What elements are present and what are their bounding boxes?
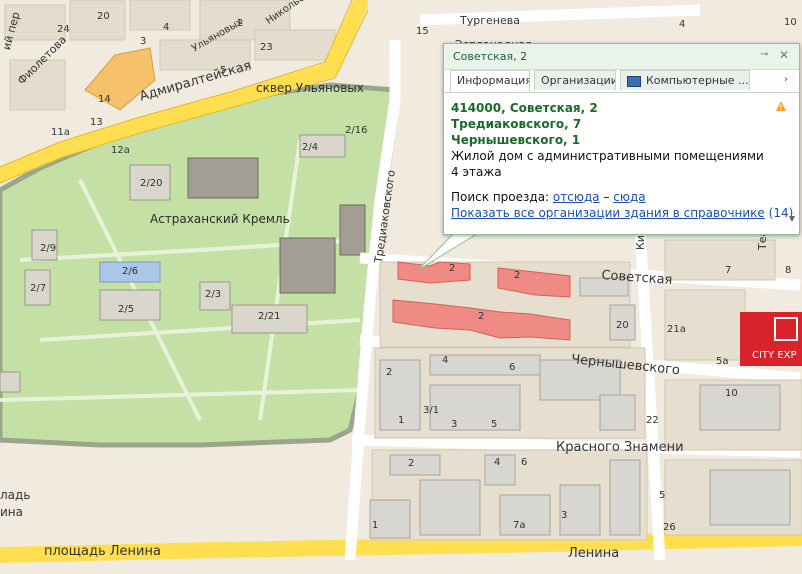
route-dash: – [603, 190, 610, 204]
tab-organizations-label: Организации [541, 74, 616, 87]
house-number: 3 [451, 419, 458, 430]
business-sign-label[interactable]: CITY EXP [752, 350, 797, 361]
house-number: 20 [97, 11, 110, 22]
popup-tabs: Информация Организации Компьютерные ... [450, 70, 795, 92]
house-number: 2/20 [140, 178, 163, 189]
popup-titlebar: Советская, 2 ⊸ ✕ [444, 44, 799, 70]
house-number: 3 [561, 510, 568, 521]
show-all-organizations-link[interactable]: Показать все организации здания в справо… [451, 206, 765, 220]
building-floors: 4 этажа [451, 165, 502, 179]
route-search-label: Поиск проезда: [451, 190, 550, 204]
route-from-link[interactable]: отсюда [553, 190, 600, 204]
warning-icon[interactable] [775, 100, 787, 112]
house-number: 26 [663, 522, 676, 533]
house-number: 8 [785, 265, 792, 276]
house-number: 2 [237, 18, 244, 29]
house-number: 4 [679, 19, 686, 30]
house-number: 4 [494, 457, 501, 468]
house-number: 6 [509, 362, 516, 373]
tab-computer-label: Компьютерные ... [646, 74, 749, 87]
street-label-ploshchad-lenina: площадь Ленина [44, 544, 161, 559]
house-number: 2 [514, 270, 521, 281]
area-label-kremlin: Астраханский Кремль [150, 212, 290, 226]
house-number: 2/21 [258, 311, 281, 322]
house-number: 20 [616, 320, 629, 331]
info-popup[interactable]: Советская, 2 ⊸ ✕ Информация Организации … [443, 43, 800, 235]
tab-information-label: Информация [457, 74, 530, 87]
tab-information[interactable]: Информация [450, 70, 530, 92]
house-number: 2/5 [118, 304, 135, 315]
house-number: 5 [491, 419, 498, 430]
house-number: 2 [449, 263, 456, 274]
street-label-ki: Ки [634, 235, 647, 250]
city-map[interactable]: Адмиралтейская Фиолетова Тредиаковского … [0, 0, 802, 574]
computer-icon [627, 75, 641, 87]
house-number: 21а [667, 324, 686, 335]
house-number: 2/7 [30, 283, 47, 294]
house-number: 1 [372, 520, 379, 531]
popup-body: 414000, Советская, 2 Тредиаковского, 7 Ч… [444, 92, 799, 235]
address-line: Тредиаковского, 7 [451, 117, 582, 131]
street-label-square-fragment-2: ина [0, 505, 23, 519]
house-number: 1 [398, 415, 405, 426]
address-line: 414000, Советская, 2 [451, 101, 598, 115]
house-number: 7 [725, 265, 732, 276]
street-label-square-fragment-1: ладь [0, 488, 31, 502]
chevron-right-icon[interactable]: › [784, 74, 788, 85]
route-to-link[interactable]: сюда [613, 190, 645, 204]
house-number: 2/6 [122, 266, 139, 277]
house-number: 3 [140, 36, 147, 47]
house-number: 24 [57, 24, 70, 35]
house-number: 3/1 [423, 405, 440, 416]
street-label-lenina: Ленина [568, 546, 620, 561]
house-number: 5 [659, 490, 666, 501]
house-number: 4 [163, 22, 170, 33]
house-number: 2 [408, 458, 415, 469]
pin-icon[interactable]: ⊸ [760, 49, 772, 61]
house-number: 15 [416, 26, 429, 37]
house-number: 2 [478, 311, 485, 322]
house-number: 12а [111, 145, 130, 156]
house-number: 6 [521, 457, 528, 468]
building-description: Жилой дом с административными помещениям… [451, 149, 764, 163]
tab-organizations[interactable]: Организации [534, 70, 616, 90]
house-number: 2/9 [40, 243, 57, 254]
house-number: 11а [51, 127, 70, 138]
street-label-turgeneva: Тургенева [460, 14, 520, 27]
route-search: Поиск проезда: отсюда – сюда [451, 190, 646, 204]
house-number: 2/16 [345, 125, 368, 136]
house-number: 2/3 [205, 289, 222, 300]
house-number: 5 [220, 65, 227, 76]
tab-computer[interactable]: Компьютерные ... [620, 70, 750, 90]
house-number: 23 [260, 42, 273, 53]
house-number: 22 [646, 415, 659, 426]
house-number: 14 [98, 94, 111, 105]
street-label-krasnogo-znameni: Красного Знамени [556, 440, 684, 455]
show-all-organizations: Показать все организации здания в справо… [451, 206, 793, 220]
address-line: Чернышевского, 1 [451, 133, 581, 147]
house-number: 2 [386, 367, 393, 378]
house-number: 13 [90, 117, 103, 128]
house-number: 4 [442, 355, 449, 366]
popup-scrollbar[interactable] [787, 92, 797, 232]
house-number: 10 [725, 388, 738, 399]
popup-title: Советская, 2 [453, 50, 528, 63]
house-number: 5а [716, 356, 729, 367]
house-number: 10 [784, 17, 797, 28]
area-label-square-ulyanovyh: сквер Ульяновых [256, 81, 364, 95]
close-icon[interactable]: ✕ [779, 48, 791, 62]
house-number: 7а [513, 520, 526, 531]
house-number: 2/4 [302, 142, 319, 153]
